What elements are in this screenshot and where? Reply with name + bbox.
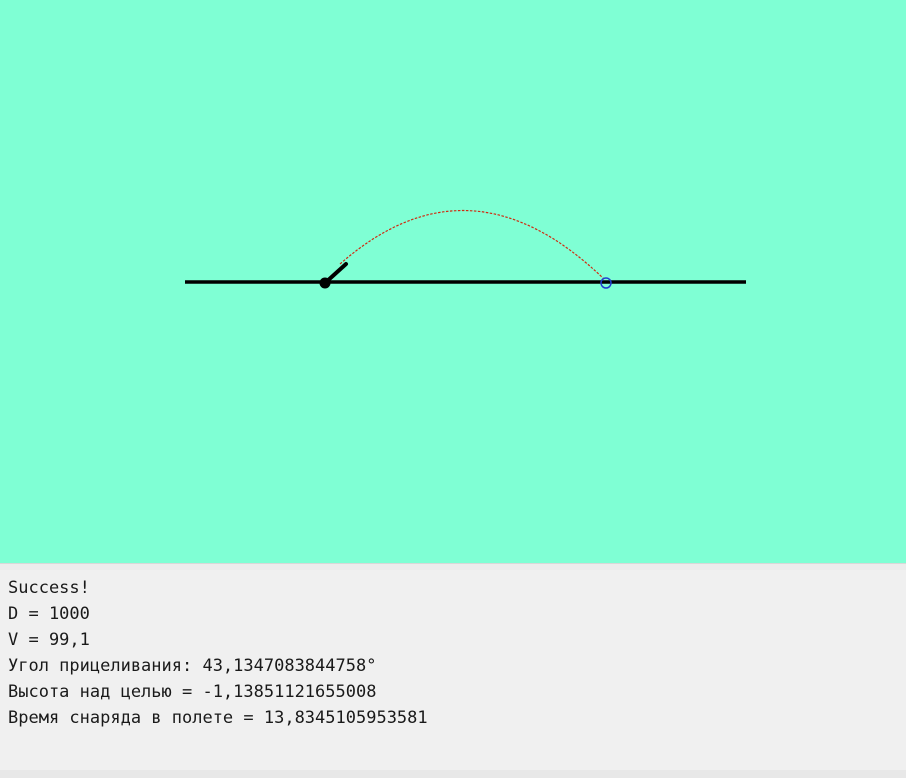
aim-angle-text: Угол прицеливания: 43,1347083844758° <box>8 656 377 676</box>
app-window: Success! D = 1000 V = 99,1 Угол прицелив… <box>0 0 906 778</box>
simulation-drawing <box>0 0 906 563</box>
height-over-target-text: Высота над целью = -1,13851121655008 <box>8 682 377 702</box>
distance-text: D = 1000 <box>8 604 90 624</box>
cannon-icon <box>319 277 331 289</box>
status-text: Success! <box>8 578 90 598</box>
bottom-edge <box>0 770 906 778</box>
velocity-text: V = 99,1 <box>8 630 90 650</box>
simulation-canvas <box>0 0 906 563</box>
output-panel: Success! D = 1000 V = 99,1 Угол прицелив… <box>0 570 906 770</box>
flight-time-text: Время снаряда в полете = 13,834510595358… <box>8 708 428 728</box>
